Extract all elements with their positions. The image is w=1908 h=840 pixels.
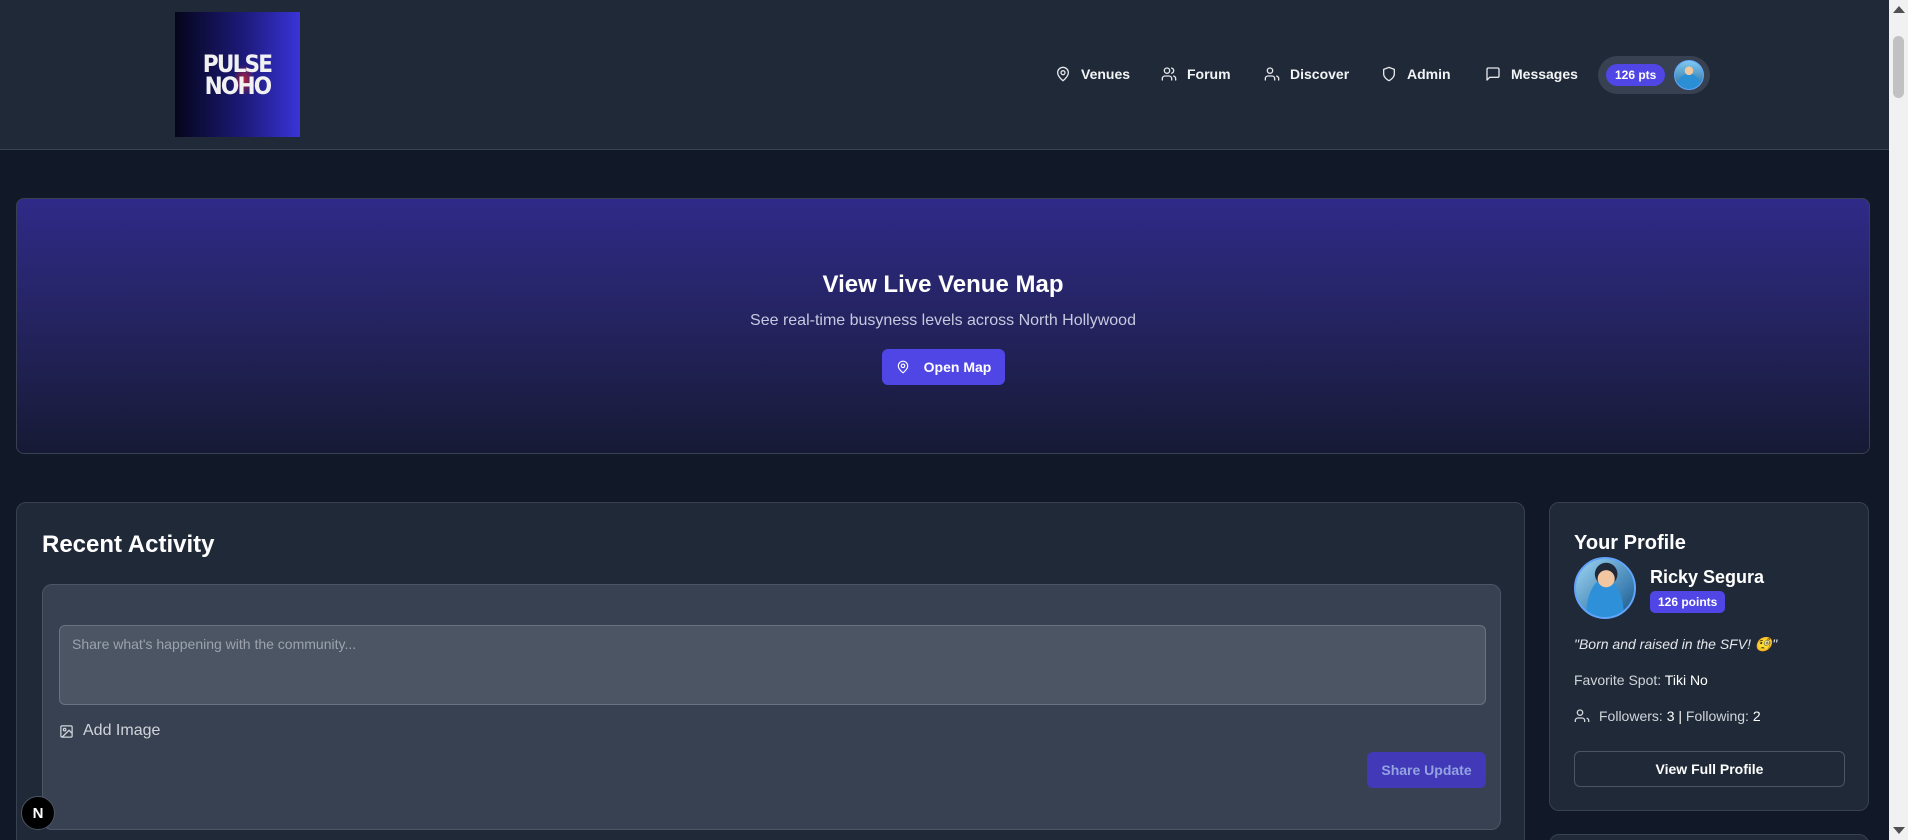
- follow-separator: |: [1678, 708, 1683, 724]
- map-pin-icon: [1057, 66, 1069, 82]
- user-icon: [1264, 67, 1280, 81]
- follow-stats: Followers: 3 | Following: 2: [1574, 708, 1761, 724]
- favorite-spot-value: Tiki No: [1664, 672, 1708, 688]
- users-icon: [1161, 67, 1177, 81]
- avatar[interactable]: [1674, 60, 1704, 90]
- add-image-label: Add Image: [83, 722, 161, 739]
- profile-name: Ricky Segura: [1650, 567, 1765, 587]
- open-map-label: Open Map: [923, 359, 992, 375]
- top-header: PULSE NOHO Venues Forum Discover Admin M…: [0, 0, 1889, 150]
- nav-messages[interactable]: Messages: [1485, 56, 1578, 92]
- image-icon: [60, 724, 73, 738]
- scroll-thumb[interactable]: [1893, 36, 1904, 98]
- recent-activity-panel: Recent Activity Add Image Share Update: [16, 502, 1525, 840]
- nav-discover[interactable]: Discover: [1264, 56, 1349, 92]
- secondary-card: [1549, 834, 1869, 840]
- favorite-spot-label: Favorite Spot:: [1574, 672, 1662, 688]
- banner-title: View Live Venue Map: [822, 271, 1064, 298]
- followers-count: 3: [1666, 708, 1675, 724]
- logo-line-2: NOHO: [204, 71, 272, 100]
- scroll-up-icon[interactable]: [1893, 6, 1905, 13]
- nav-admin[interactable]: Admin: [1381, 56, 1451, 92]
- followers-label: Followers:: [1599, 708, 1663, 724]
- venue-map-banner: View Live Venue Map See real-time busyne…: [16, 198, 1870, 454]
- dev-tools-badge[interactable]: N: [21, 796, 55, 830]
- message-icon: [1486, 67, 1500, 81]
- user-menu[interactable]: 126 pts: [1598, 56, 1710, 94]
- view-full-profile-button[interactable]: View Full Profile: [1574, 751, 1845, 787]
- profile-avatar[interactable]: [1574, 557, 1636, 619]
- recent-activity-title: Recent Activity: [42, 531, 215, 558]
- nav-discover-label: Discover: [1290, 66, 1350, 82]
- post-composer: Add Image Share Update: [42, 584, 1501, 830]
- nav-venues[interactable]: Venues: [1055, 56, 1130, 92]
- add-image-button[interactable]: Add Image: [59, 720, 160, 742]
- nav-forum[interactable]: Forum: [1161, 56, 1231, 92]
- nav-messages-label: Messages: [1511, 66, 1578, 82]
- map-pin-icon: [897, 360, 908, 374]
- following-label: Following:: [1685, 708, 1749, 724]
- points-badge: 126 pts: [1606, 64, 1666, 86]
- profile-card-title: Your Profile: [1574, 532, 1686, 554]
- profile-points-badge: 126 points: [1650, 591, 1726, 613]
- shield-icon: [1383, 66, 1395, 82]
- users-icon: [1574, 709, 1590, 722]
- nav-venues-label: Venues: [1081, 66, 1131, 82]
- favorite-spot: Favorite Spot: Tiki No: [1574, 672, 1708, 688]
- nav-admin-label: Admin: [1407, 66, 1451, 82]
- open-map-button[interactable]: Open Map: [882, 349, 1005, 385]
- banner-subtitle: See real-time busyness levels across Nor…: [750, 312, 1136, 329]
- profile-bio: "Born and raised in the SFV! 🧐": [1574, 636, 1778, 652]
- following-count: 2: [1752, 708, 1761, 724]
- post-input[interactable]: [59, 625, 1486, 705]
- nav-forum-label: Forum: [1187, 66, 1231, 82]
- scroll-down-icon[interactable]: [1893, 827, 1905, 834]
- profile-card: Your Profile Ricky Segura 126 points "Bo…: [1549, 502, 1869, 811]
- page-scrollbar[interactable]: [1889, 0, 1908, 840]
- pulse-noho-logo[interactable]: PULSE NOHO: [175, 12, 300, 137]
- share-update-button[interactable]: Share Update: [1367, 752, 1486, 788]
